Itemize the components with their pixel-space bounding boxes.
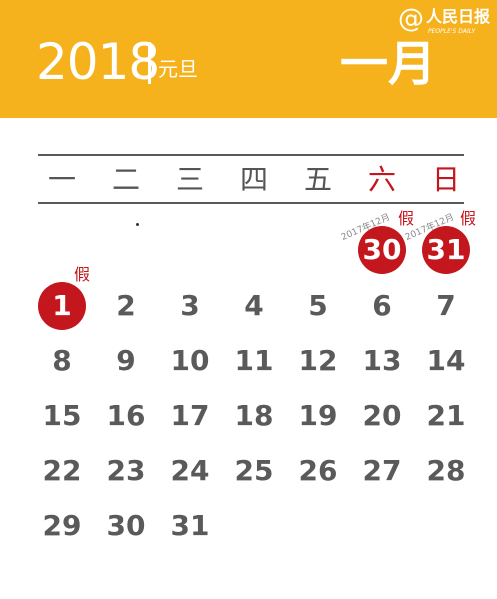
weekday-rule-bottom	[38, 202, 464, 204]
weekday-sun: 日	[431, 163, 460, 196]
day-cell[interactable]: 1	[38, 282, 86, 330]
day-cell[interactable]: 5	[294, 282, 342, 330]
day-cell[interactable]: 21	[422, 392, 470, 440]
day-cell[interactable]: 13	[358, 337, 406, 385]
day-cell[interactable]: 11	[230, 337, 278, 385]
weekday-mon: 一	[47, 163, 76, 196]
decorative-dot	[136, 223, 139, 226]
day-cell[interactable]: 2	[102, 282, 150, 330]
day-cell[interactable]: 14	[422, 337, 470, 385]
day-cell[interactable]: 26	[294, 447, 342, 495]
logo-english: PEOPLE'S DAILY	[428, 28, 476, 35]
day-cell[interactable]: 25	[230, 447, 278, 495]
weekday-wed: 三	[175, 163, 204, 196]
logo-at-icon: @	[398, 4, 424, 34]
day-cell[interactable]: 10	[166, 337, 214, 385]
day-cell[interactable]: 29	[38, 502, 86, 550]
day-cell[interactable]: 27	[358, 447, 406, 495]
day-cell[interactable]: 6	[358, 282, 406, 330]
day-cell[interactable]: 28	[422, 447, 470, 495]
weekday-sat: 六	[367, 163, 396, 196]
day-cell[interactable]: 22	[38, 447, 86, 495]
day-cell[interactable]: 30	[102, 502, 150, 550]
day-cell[interactable]: 12	[294, 337, 342, 385]
header-divider	[148, 42, 151, 84]
day-cell[interactable]: 8	[38, 337, 86, 385]
day-cell[interactable]: 3	[166, 282, 214, 330]
holiday-tag: 假	[74, 265, 91, 284]
year-label: 2018	[36, 33, 160, 91]
logo-name: 人民日报	[426, 7, 491, 26]
day-cell[interactable]: 4	[230, 282, 278, 330]
weekday-tue: 二	[111, 163, 140, 196]
month-title: 一月	[340, 36, 437, 92]
day-cell[interactable]: 15	[38, 392, 86, 440]
holiday-tag: 假	[398, 209, 415, 228]
holiday-name: 元旦	[158, 57, 198, 81]
day-cell[interactable]: 9	[102, 337, 150, 385]
day-cell[interactable]: 18	[230, 392, 278, 440]
weekday-fri: 五	[303, 163, 332, 196]
weekday-rule-top	[38, 154, 464, 156]
day-cell[interactable]: 16	[102, 392, 150, 440]
holiday-tag: 假	[460, 209, 477, 228]
day-cell[interactable]: 7	[422, 282, 470, 330]
weekday-thu: 四	[239, 163, 268, 196]
day-cell[interactable]: 24	[166, 447, 214, 495]
day-cell[interactable]: 19	[294, 392, 342, 440]
day-cell[interactable]: 31	[166, 502, 214, 550]
prev-day-30[interactable]: 30	[358, 226, 406, 274]
prev-day-31[interactable]: 31	[422, 226, 470, 274]
peoples-daily-logo: @ 人民日报 PEOPLE'S DAILY	[398, 4, 497, 40]
day-cell[interactable]: 23	[102, 447, 150, 495]
day-cell[interactable]: 20	[358, 392, 406, 440]
day-cell[interactable]: 17	[166, 392, 214, 440]
calendar-header: 2018 元旦 一月 @ 人民日报 PEOPLE'S DAILY	[0, 0, 497, 118]
